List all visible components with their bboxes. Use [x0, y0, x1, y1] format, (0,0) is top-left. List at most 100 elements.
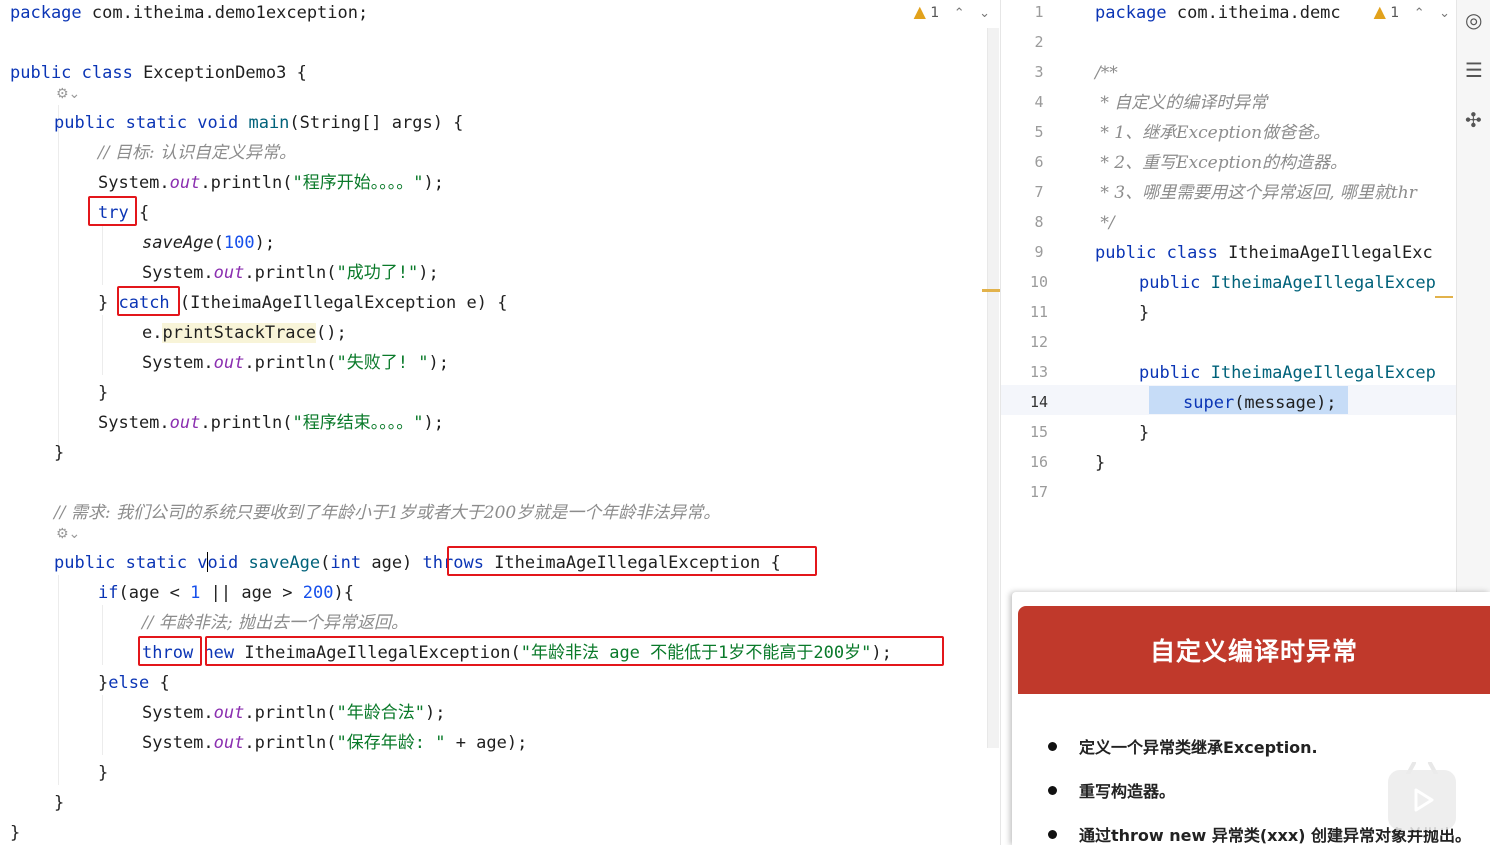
code-line: }	[54, 792, 64, 822]
code-token: * 2、重写Exception的构造器。	[1095, 153, 1348, 173]
chevron-up-icon[interactable]: ⌃	[1414, 6, 1425, 21]
code-token: new	[203, 643, 245, 663]
bullet-dot	[1048, 742, 1057, 751]
warning-icon[interactable]: ▲	[914, 2, 926, 21]
code-line: super(message);	[1183, 392, 1337, 422]
code-token: ItheimaAgeIllegalExcep	[1210, 363, 1436, 383]
code-token: .println(	[200, 413, 293, 433]
code-line: public ItheimaAgeIllegalExcep	[1139, 362, 1436, 392]
line-number: 6	[1034, 153, 1044, 171]
code-token: );	[424, 703, 446, 723]
code-token: int	[330, 553, 372, 573]
line-number: 4	[1034, 93, 1044, 111]
chevron-down-icon[interactable]: ⌄	[979, 6, 990, 21]
code-line: } catch (ItheimaAgeIllegalException e) {	[98, 292, 507, 322]
code-token: public class	[10, 63, 144, 83]
code-line: */	[1095, 212, 1114, 242]
code-line: public static void saveAge(int age) thro…	[54, 552, 781, 582]
code-token: age)	[371, 553, 423, 573]
code-token: }	[98, 383, 109, 403]
warning-count: 1	[930, 5, 940, 21]
code-token: (	[213, 233, 224, 253]
line-number: 15	[1029, 423, 1049, 441]
code-token: com.itheima.demc	[1176, 3, 1341, 23]
code-line: throw new ItheimaAgeIllegalException("年龄…	[142, 642, 892, 672]
code-token: "成功了!"	[336, 263, 419, 283]
vertical-scrollbar[interactable]	[987, 28, 999, 748]
video-play-button[interactable]	[1388, 770, 1456, 830]
play-icon	[1414, 788, 1434, 812]
code-token: System.	[98, 413, 170, 433]
code-token: .println(	[244, 733, 337, 753]
code-token: public static	[54, 553, 198, 573]
code-token: + age);	[445, 733, 528, 753]
code-line: }	[10, 822, 20, 845]
code-token: "失败了! "	[336, 353, 429, 373]
code-line: }	[1139, 422, 1149, 452]
code-token: "保存年龄: "	[336, 733, 446, 753]
code-line: * 1、继承Exception做爸爸。	[1095, 122, 1330, 152]
code-token: );	[428, 353, 449, 373]
database-icon[interactable]: ☰	[1465, 58, 1483, 82]
code-line: * 2、重写Exception的构造器。	[1095, 152, 1347, 182]
code-token: {	[760, 553, 781, 573]
code-token: "程序开始。。。。"	[292, 173, 424, 193]
code-token: ItheimaAgeIllegalException	[494, 553, 761, 573]
code-token: .println(	[244, 703, 337, 723]
chevron-down-icon[interactable]: ⌄	[1439, 6, 1450, 21]
plugin-icon[interactable]: ✣	[1465, 108, 1482, 132]
code-token: out	[213, 703, 245, 723]
code-token: }	[54, 443, 65, 463]
code-token: else	[108, 673, 150, 693]
code-token: throw	[142, 643, 194, 663]
code-token: System.	[142, 703, 214, 723]
code-token: 200	[302, 583, 334, 603]
code-token: }	[1139, 303, 1150, 323]
code-line: }	[1095, 452, 1105, 482]
left-editor[interactable]: ▲ 1 ⌃ ⌄ ⚙⌄ ⚙⌄ package com.itheima.demo1e…	[0, 0, 1000, 845]
code-token: out	[169, 173, 201, 193]
code-line: System.out.println("保存年龄: " + age);	[142, 732, 527, 762]
code-token: // 年龄非法; 抛出去一个异常返回。	[142, 613, 408, 633]
line-number: 11	[1029, 303, 1049, 321]
ai-assistant-icon[interactable]: ◎	[1465, 8, 1482, 32]
code-token: );	[254, 233, 276, 253]
code-token: public	[1139, 363, 1211, 383]
code-token: {	[149, 673, 170, 693]
code-line: e.printStackTrace();	[142, 322, 347, 352]
code-token: saveAge	[248, 553, 321, 573]
inspection-widget[interactable]: ▲ 1 ⌃ ⌄	[914, 2, 990, 21]
code-token: );	[871, 643, 892, 663]
inspection-widget[interactable]: ▲ 1 ⌃ ⌄	[1374, 2, 1450, 21]
code-token: || age >	[200, 583, 303, 603]
line-number: 14	[1029, 393, 1049, 411]
scrollbar-warning-marker[interactable]	[1435, 296, 1453, 298]
code-token: ItheimaAgeIllegalExcep	[1210, 273, 1436, 293]
line-number: 8	[1034, 213, 1044, 231]
code-token: System.	[98, 173, 170, 193]
line-number: 9	[1034, 243, 1044, 261]
code-line: * 3、哪里需要用这个异常返回, 哪里就thr	[1095, 182, 1416, 212]
code-token: 1	[190, 583, 201, 603]
chevron-up-icon[interactable]: ⌃	[954, 6, 965, 21]
code-line: public class ItheimaAgeIllegalExc	[1095, 242, 1433, 272]
code-token: // 需求: 我们公司的系统只要收到了年龄小于1岁或者大于200岁就是一个年龄非…	[54, 503, 721, 523]
scrollbar-warning-marker[interactable]	[982, 289, 1000, 292]
code-token: System.	[142, 353, 214, 373]
code-token: ItheimaAgeIllegalException(	[244, 643, 521, 663]
code-line: /**	[1095, 62, 1118, 92]
code-token: (age <	[118, 583, 191, 603]
code-token: (String[] args) {	[289, 113, 464, 133]
warning-icon[interactable]: ▲	[1374, 2, 1386, 21]
code-token: printStackTrace	[162, 323, 317, 343]
line-number: 5	[1034, 123, 1044, 141]
code-token: /**	[1095, 63, 1118, 83]
code-token: main	[248, 113, 290, 133]
bullet-dot	[1048, 830, 1057, 839]
code-line: * 自定义的编译时异常	[1095, 92, 1267, 122]
code-token: System.	[142, 733, 214, 753]
code-token: if	[98, 583, 119, 603]
code-token: }	[1139, 423, 1150, 443]
code-token: }	[98, 673, 109, 693]
